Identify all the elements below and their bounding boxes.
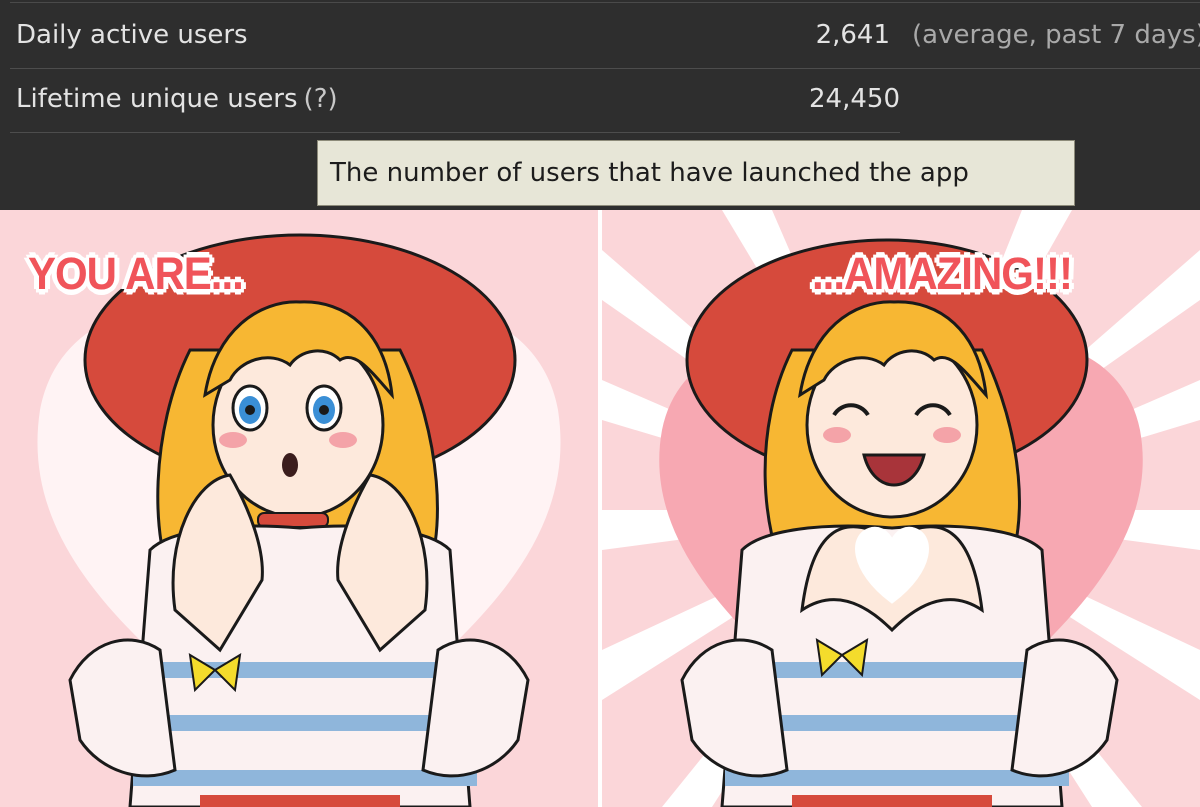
stat-row-daily-active-users: Daily active users 2,641 (average, past … xyxy=(10,4,1200,69)
comic-caption-right: ...AMAZING!!! xyxy=(812,248,1073,299)
comic-panel-right: ...AMAZING!!! xyxy=(602,210,1200,807)
stat-value: 24,450 xyxy=(809,84,900,114)
comic-image: YOU ARE... ...AMAZING!!! xyxy=(0,210,1200,807)
stat-label-text: Lifetime unique users xyxy=(16,84,298,114)
stats-panel: Daily active users 2,641 (average, past … xyxy=(0,0,1200,210)
stat-row-lifetime-unique-users: Lifetime unique users (?) 24,450 xyxy=(10,68,900,133)
stat-label: Lifetime unique users (?) xyxy=(16,84,338,114)
stat-label: Daily active users xyxy=(16,20,248,50)
stat-note: (average, past 7 days) xyxy=(912,20,1200,50)
help-tooltip-trigger[interactable]: (?) xyxy=(304,84,338,114)
divider xyxy=(10,2,1200,3)
tooltip: The number of users that have launched t… xyxy=(317,140,1075,206)
stat-value: 2,641 xyxy=(815,20,890,50)
comic-panel-left: YOU ARE... xyxy=(0,210,598,807)
comic-caption-left: YOU ARE... xyxy=(28,248,244,299)
